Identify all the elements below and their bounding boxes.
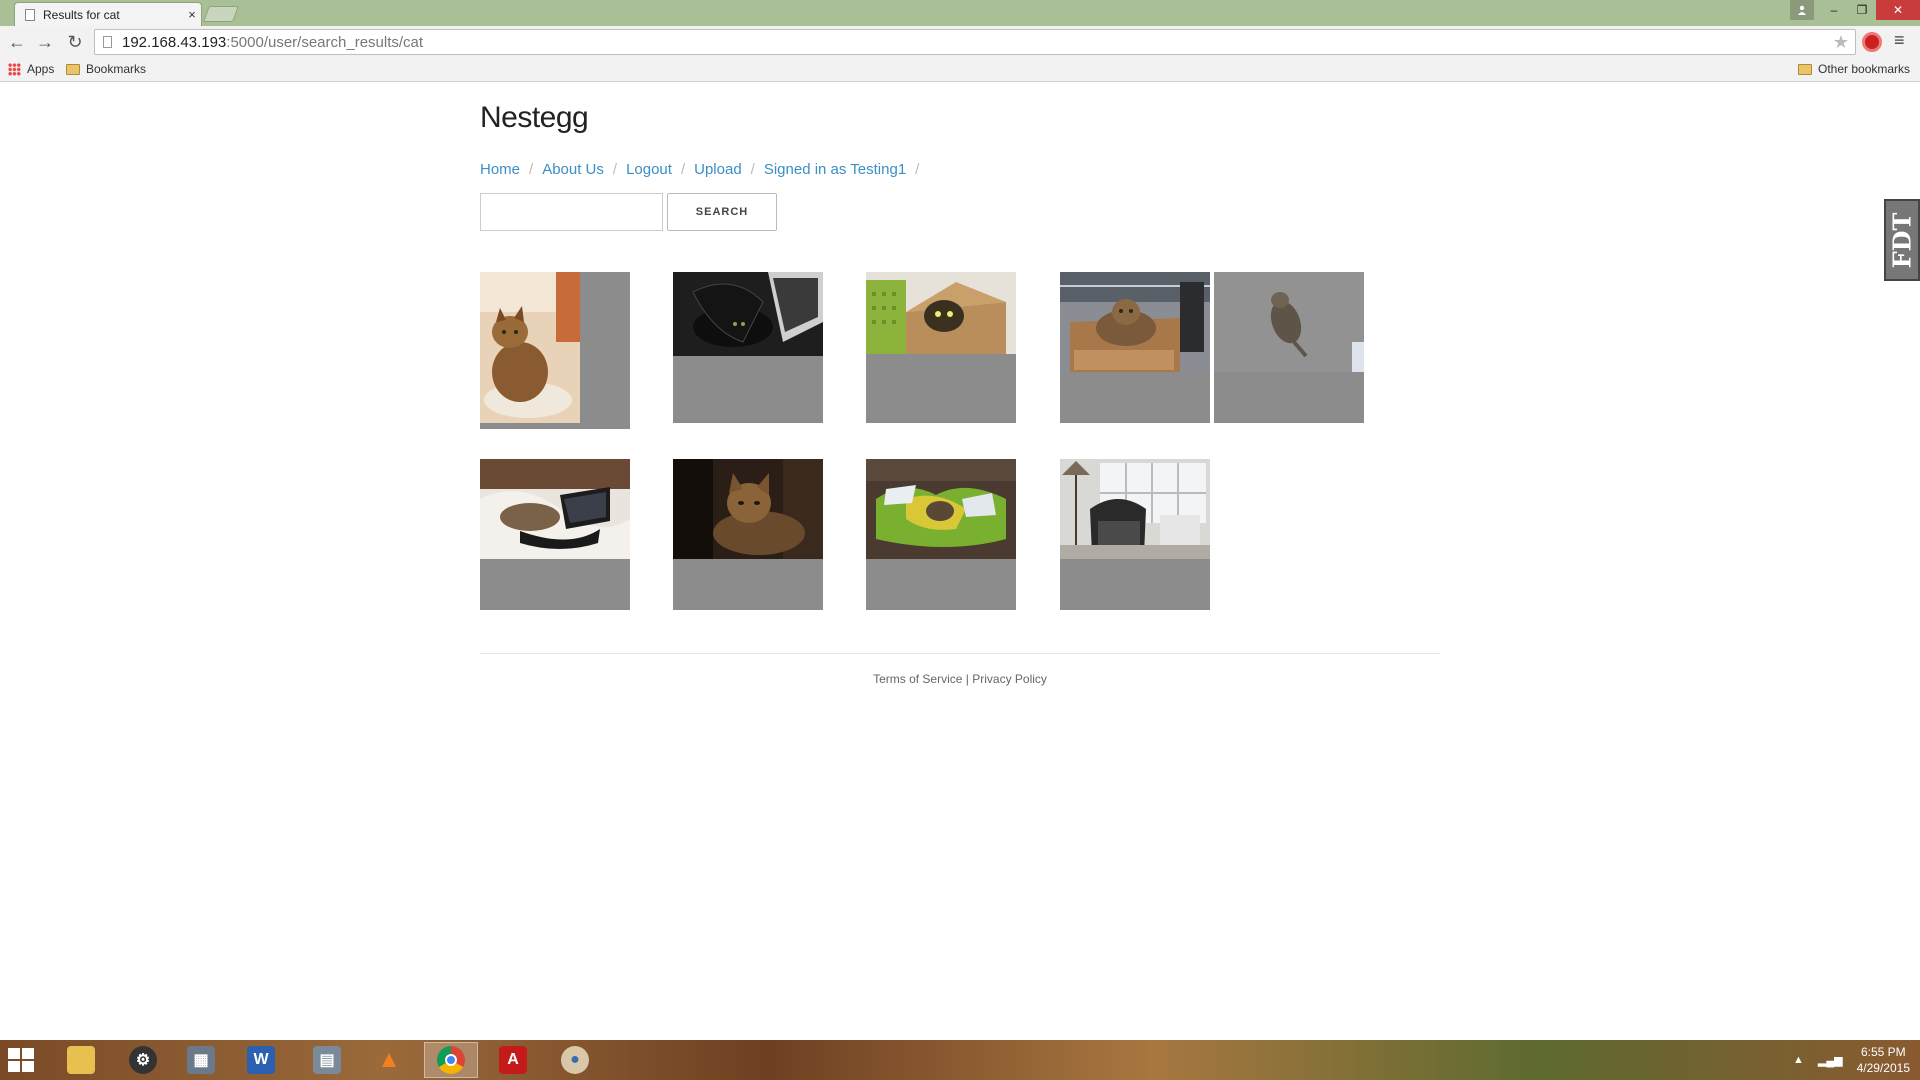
url-host: 192.168.43.193 xyxy=(122,33,227,51)
footer-divider xyxy=(480,653,1440,654)
cat-photo xyxy=(866,272,1016,354)
cat-photo xyxy=(1060,272,1210,372)
fdt-label: FDT xyxy=(1887,212,1917,268)
settings-gear-icon[interactable]: ⚙ xyxy=(116,1042,170,1078)
result-thumbnail[interactable] xyxy=(480,272,630,429)
url-path: :5000/user/search_results/cat xyxy=(226,33,424,51)
other-bookmarks-label: Other bookmarks xyxy=(1818,62,1911,76)
result-thumbnail[interactable] xyxy=(1060,272,1210,423)
restore-button[interactable]: ❐ xyxy=(1848,0,1876,20)
cat-photo xyxy=(1060,459,1210,559)
nav-separator: / xyxy=(680,161,686,178)
page-icon xyxy=(103,36,112,48)
address-bar[interactable]: 192.168.43.193 :5000/user/search_results… xyxy=(94,29,1856,55)
user-icon[interactable] xyxy=(1790,0,1814,20)
tab-strip: Results for cat × – ❐ ✕ xyxy=(0,0,1920,26)
cat-photo xyxy=(673,272,823,356)
cat-photo xyxy=(480,272,580,423)
result-thumbnail[interactable] xyxy=(1060,459,1210,610)
network-app-icon[interactable]: ▦ xyxy=(174,1042,228,1078)
result-thumbnail[interactable] xyxy=(673,272,823,423)
nav-about-link[interactable]: About Us xyxy=(542,161,604,178)
folder-icon xyxy=(1798,63,1812,75)
nav-home-link[interactable]: Home xyxy=(480,161,520,178)
search-button[interactable]: SEARCH xyxy=(667,193,777,231)
fdt-side-tab[interactable]: FDT xyxy=(1884,199,1920,281)
nav-logout-link[interactable]: Logout xyxy=(626,161,672,178)
cat-photo xyxy=(673,459,823,559)
tab-results[interactable]: Results for cat × xyxy=(14,2,202,26)
folder-icon xyxy=(66,63,80,75)
extension-icon[interactable] xyxy=(1862,32,1882,52)
vlc-cone-icon[interactable]: ▲ xyxy=(362,1042,416,1078)
apps-grid-icon xyxy=(8,62,21,76)
page-viewport: Nestegg Home / About Us / Logout / Uploa… xyxy=(0,83,1920,1039)
site-title: Nestegg xyxy=(480,101,589,134)
windows-start-icon[interactable] xyxy=(8,1048,34,1072)
result-thumbnail[interactable] xyxy=(866,272,1016,423)
result-thumbnail[interactable] xyxy=(480,459,630,610)
window-controls: – ❐ ✕ xyxy=(1790,0,1920,20)
tab-close-icon[interactable]: × xyxy=(183,7,201,22)
forward-arrow-icon[interactable]: → xyxy=(32,30,58,54)
taskbar: ⚙ ▦ W ▤ ▲ A ● ▲ ▂▄▆ 6:55 PM 4/29/2015 xyxy=(0,1040,1920,1080)
word-icon[interactable]: W xyxy=(234,1042,288,1078)
acrobat-icon[interactable]: A xyxy=(486,1042,540,1078)
chrome-icon[interactable] xyxy=(424,1042,478,1078)
back-arrow-icon[interactable]: ← xyxy=(4,30,30,54)
bookmark-star-icon[interactable]: ★ xyxy=(1833,32,1849,53)
nav-signed-in-link[interactable]: Signed in as Testing1 xyxy=(764,161,906,178)
search-input[interactable] xyxy=(480,193,663,231)
bookmark-folder-label: Bookmarks xyxy=(86,62,147,76)
signal-icon[interactable]: ▂▄▆ xyxy=(1818,1054,1843,1067)
bookmark-apps[interactable]: Apps xyxy=(8,62,54,76)
file-explorer-icon[interactable] xyxy=(54,1042,108,1078)
nav-separator: / xyxy=(915,161,920,178)
tab-title: Results for cat xyxy=(43,7,120,22)
system-tray: ▲ ▂▄▆ 6:55 PM 4/29/2015 xyxy=(1793,1044,1910,1076)
result-thumbnail[interactable] xyxy=(866,459,1016,610)
close-window-button[interactable]: ✕ xyxy=(1876,0,1920,20)
calculator-icon[interactable]: ▤ xyxy=(300,1042,354,1078)
nav-separator: / xyxy=(612,161,618,178)
clock[interactable]: 6:55 PM 4/29/2015 xyxy=(1857,1044,1910,1076)
other-bookmarks[interactable]: Other bookmarks xyxy=(1798,62,1910,76)
breadcrumb: Home / About Us / Logout / Upload / Sign… xyxy=(480,161,928,178)
privacy-link[interactable]: Privacy Policy xyxy=(972,672,1047,686)
new-tab-button[interactable] xyxy=(203,6,239,22)
terms-link[interactable]: Terms of Service xyxy=(873,672,962,686)
nav-separator: / xyxy=(529,161,534,178)
tray-chevron-icon[interactable]: ▲ xyxy=(1793,1054,1804,1066)
cat-photo xyxy=(866,459,1016,559)
page-icon xyxy=(25,8,35,21)
bookmark-folder[interactable]: Bookmarks xyxy=(66,62,146,76)
nav-separator: / xyxy=(750,161,755,178)
result-thumbnail[interactable] xyxy=(1214,272,1364,423)
paint-palette-icon[interactable]: ● xyxy=(548,1042,602,1078)
bookmark-apps-label: Apps xyxy=(27,62,55,76)
bookmarks-bar: Apps Bookmarks Other bookmarks xyxy=(0,58,1920,82)
clock-time: 6:55 PM xyxy=(1860,1045,1906,1059)
result-thumbnail[interactable] xyxy=(673,459,823,610)
nav-upload-link[interactable]: Upload xyxy=(694,161,742,178)
footer-divider-text: | xyxy=(962,672,973,686)
browser-toolbar: ← → ↻ 192.168.43.193 :5000/user/search_r… xyxy=(0,26,1920,58)
minimize-button[interactable]: – xyxy=(1820,0,1848,20)
reload-icon[interactable]: ↻ xyxy=(62,30,88,54)
cat-photo xyxy=(480,459,630,559)
clock-date: 4/29/2015 xyxy=(1856,1061,1910,1075)
menu-icon[interactable]: ≡ xyxy=(1894,30,1905,51)
footer: Terms of Service | Privacy Policy xyxy=(480,672,1440,686)
cat-photo xyxy=(1214,272,1364,372)
